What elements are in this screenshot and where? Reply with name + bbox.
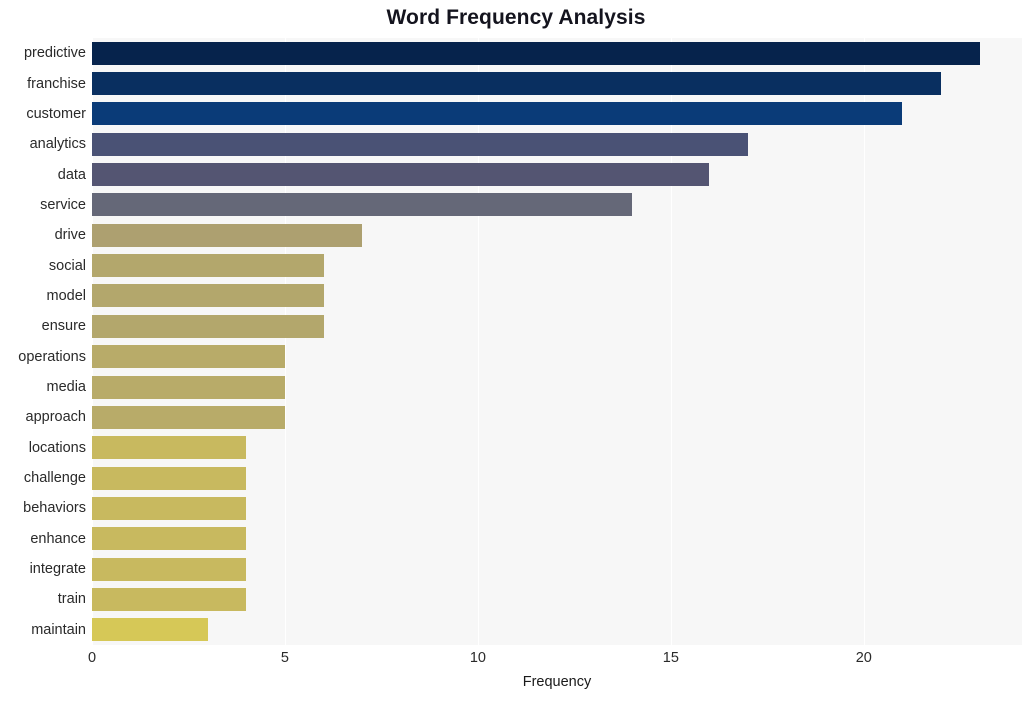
y-tick-label-analytics: analytics <box>29 136 86 153</box>
x-tick-label-0: 0 <box>87 650 97 666</box>
y-tick-label-predictive: predictive <box>23 45 86 62</box>
bar-integrate[interactable] <box>92 557 247 581</box>
y-tick-label-maintain: maintain <box>31 621 86 638</box>
bar-row <box>92 557 1022 581</box>
bar-behaviors[interactable] <box>92 496 247 520</box>
bar-row <box>92 527 1022 551</box>
bars-series <box>92 38 1022 645</box>
y-tick-label-challenge: challenge <box>23 470 86 487</box>
x-axis-label: Frequency <box>522 674 592 690</box>
bar-social[interactable] <box>92 254 324 278</box>
bar-challenge[interactable] <box>92 466 247 490</box>
x-tick-label-20: 20 <box>855 650 872 666</box>
y-tick-label-locations: locations <box>28 439 86 456</box>
x-tick-label-10: 10 <box>469 650 486 666</box>
bar-row <box>92 193 1022 217</box>
bar-predictive[interactable] <box>92 41 980 65</box>
bar-drive[interactable] <box>92 223 363 247</box>
chart-figure: Word Frequency Analysis predictive franch… <box>0 0 1032 701</box>
bar-media[interactable] <box>92 375 285 399</box>
bar-data[interactable] <box>92 163 710 187</box>
bar-maintain[interactable] <box>92 618 208 642</box>
bar-customer[interactable] <box>92 102 903 126</box>
y-tick-label-train: train <box>57 591 86 608</box>
x-axis-tick-labels: 0 5 10 15 20 <box>0 650 1032 672</box>
bar-row <box>92 496 1022 520</box>
bar-row <box>92 618 1022 642</box>
bar-train[interactable] <box>92 587 247 611</box>
bar-analytics[interactable] <box>92 132 749 156</box>
y-axis-tick-labels: predictive franchise customer analytics data… <box>0 38 86 645</box>
y-tick-label-model: model <box>46 287 87 304</box>
y-tick-label-enhance: enhance <box>30 530 86 547</box>
bar-locations[interactable] <box>92 436 247 460</box>
bar-row <box>92 223 1022 247</box>
chart-title: Word Frequency Analysis <box>386 6 646 29</box>
bar-row <box>92 345 1022 369</box>
bar-row <box>92 72 1022 96</box>
bar-operations[interactable] <box>92 345 285 369</box>
bar-enhance[interactable] <box>92 527 247 551</box>
x-tick-label-15: 15 <box>662 650 679 666</box>
bar-row <box>92 405 1022 429</box>
bar-row <box>92 41 1022 65</box>
plot-area <box>92 38 1022 645</box>
y-tick-label-customer: customer <box>26 105 86 122</box>
bar-row <box>92 375 1022 399</box>
bar-row <box>92 102 1022 126</box>
y-tick-label-behaviors: behaviors <box>23 500 86 517</box>
y-tick-label-media: media <box>46 379 87 396</box>
y-tick-label-operations: operations <box>18 348 86 365</box>
y-tick-label-drive: drive <box>54 227 86 244</box>
bar-row <box>92 466 1022 490</box>
bar-model[interactable] <box>92 284 324 308</box>
bar-row <box>92 132 1022 156</box>
y-tick-label-data: data <box>57 166 86 183</box>
y-tick-label-service: service <box>40 196 86 213</box>
bar-ensure[interactable] <box>92 314 324 338</box>
y-tick-label-approach: approach <box>25 409 86 426</box>
bar-row <box>92 436 1022 460</box>
bar-row <box>92 314 1022 338</box>
x-tick-label-5: 5 <box>280 650 289 666</box>
bar-row <box>92 587 1022 611</box>
y-tick-label-integrate: integrate <box>29 561 86 578</box>
y-tick-label-social: social <box>48 257 86 274</box>
bar-row <box>92 254 1022 278</box>
bar-row <box>92 284 1022 308</box>
y-tick-label-ensure: ensure <box>41 318 86 335</box>
bar-service[interactable] <box>92 193 633 217</box>
bar-franchise[interactable] <box>92 72 941 96</box>
y-tick-label-franchise: franchise <box>27 75 86 92</box>
bar-row <box>92 163 1022 187</box>
bar-approach[interactable] <box>92 405 285 429</box>
